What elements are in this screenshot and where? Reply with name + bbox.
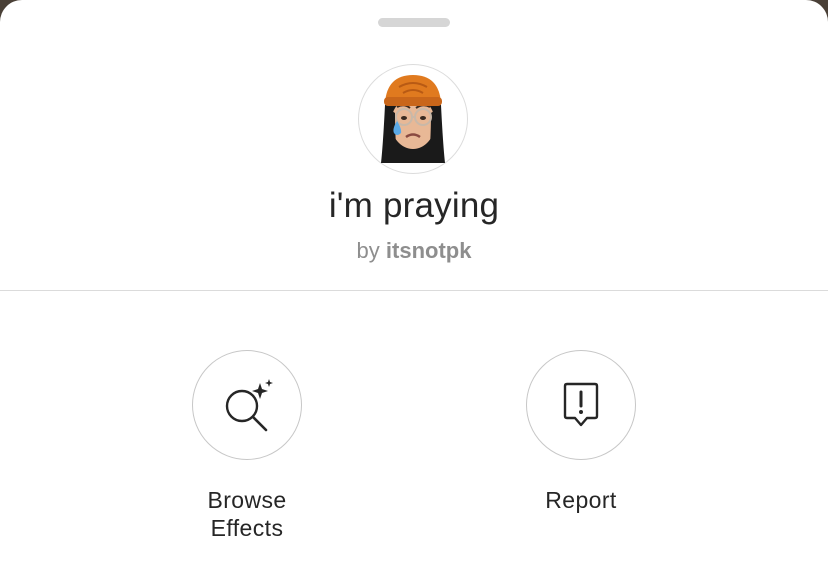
effect-avatar — [358, 64, 468, 174]
effect-author-link[interactable]: itsnotpk — [386, 238, 472, 263]
browse-effects-circle[interactable] — [192, 350, 302, 460]
browse-effects-label-line-2: Effects — [210, 515, 284, 541]
report-label: Report — [501, 486, 661, 514]
browse-effects-button[interactable]: Browse Effects — [167, 350, 327, 542]
browse-effects-label: Browse Effects — [167, 486, 327, 542]
divider — [0, 290, 828, 291]
browse-effects-label-line-1: Browse — [207, 487, 287, 513]
effect-title: i'm praying — [328, 186, 500, 225]
sheet-grabber-handle[interactable] — [378, 18, 450, 27]
report-circle[interactable] — [526, 350, 636, 460]
byline-prefix: by — [356, 238, 380, 263]
effect-bottom-sheet: i'm praying by itsnotpk Browse Effects R… — [0, 0, 828, 570]
effect-byline: by itsnotpk — [0, 238, 828, 264]
report-button[interactable]: Report — [501, 350, 661, 514]
report-bubble-icon — [563, 382, 599, 427]
report-label-line-1: Report — [545, 487, 617, 513]
search-sparkle-icon — [225, 379, 273, 432]
memoji-crying-icon — [381, 75, 445, 163]
